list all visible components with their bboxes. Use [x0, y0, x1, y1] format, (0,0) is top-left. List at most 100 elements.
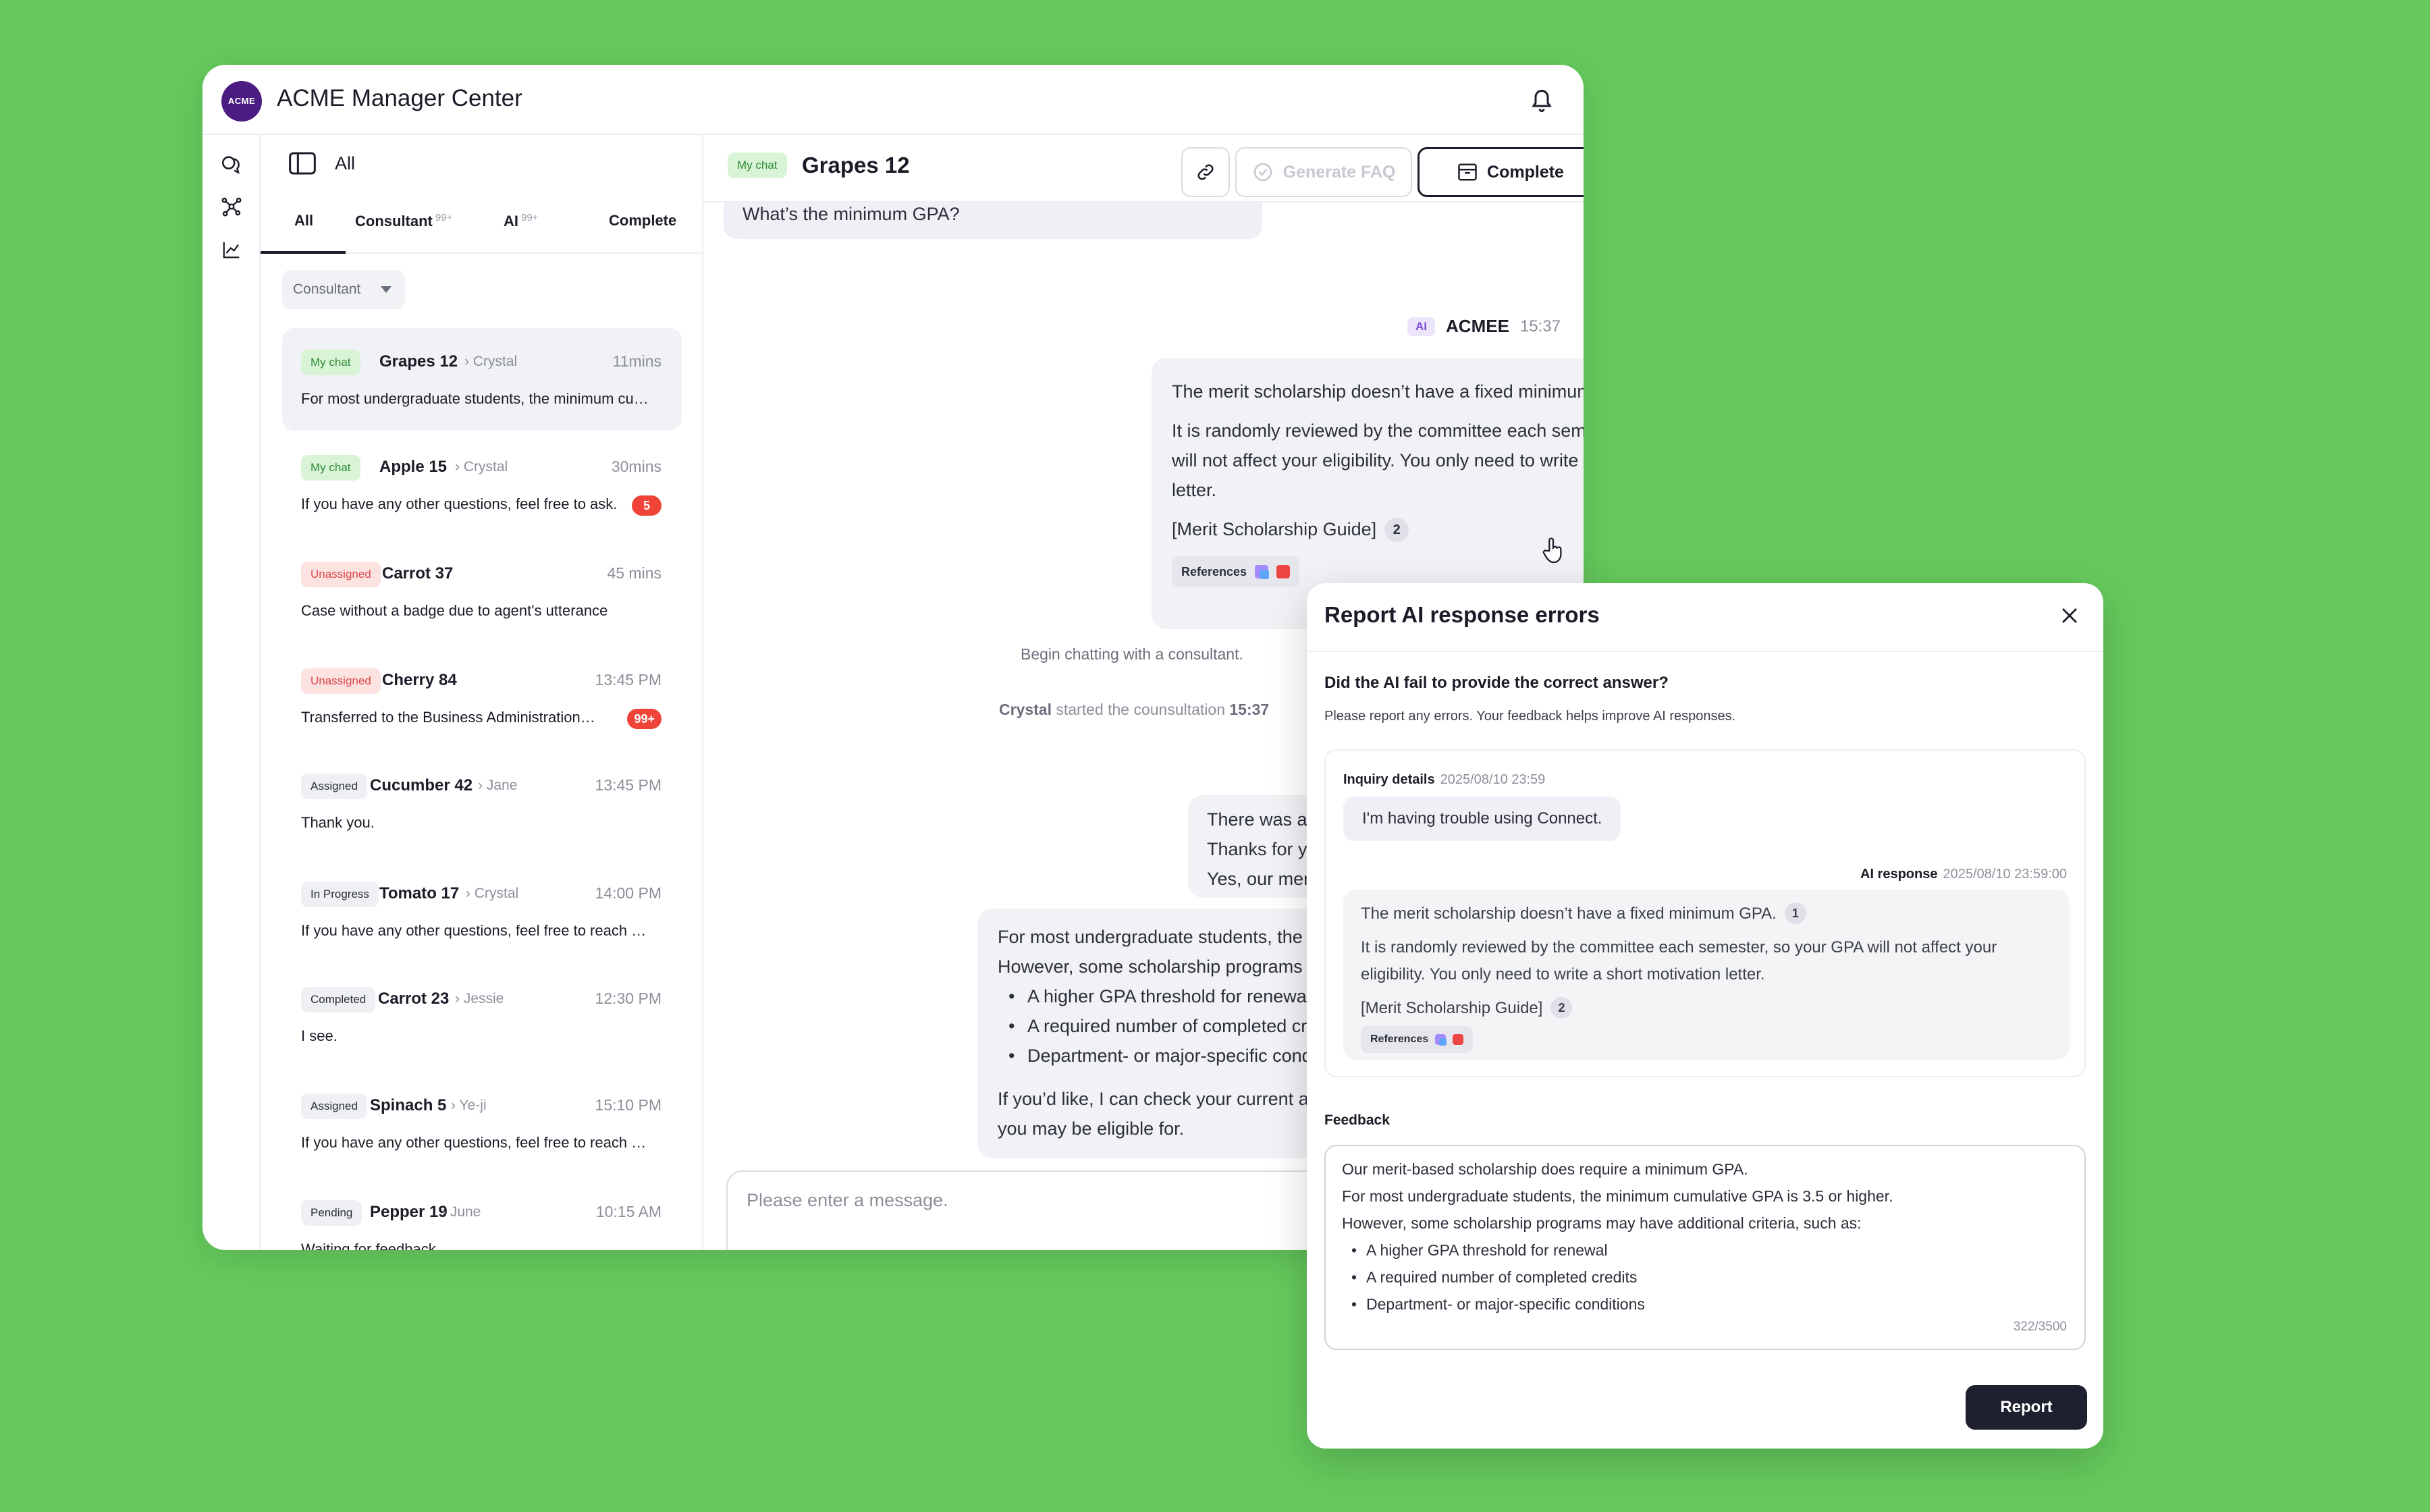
generate-faq-button[interactable]: Generate FAQ — [1235, 147, 1412, 197]
pdf-source-icon — [1276, 565, 1291, 578]
conversation-preview: Thank you. — [301, 814, 375, 831]
conversation-time: 45 mins — [607, 564, 662, 582]
archive-icon — [1458, 163, 1477, 181]
citation-marker[interactable]: 2 — [1550, 997, 1573, 1019]
assigned-agent: › Crystal — [466, 886, 519, 901]
conversation-list-panel: All All Consultant 99+ AI 99+ Complete Con… — [261, 135, 703, 1250]
app-title: ACME Manager Center — [277, 85, 522, 111]
unread-count-badge: 5 — [632, 495, 662, 516]
message-input[interactable] — [747, 1185, 1354, 1215]
inquiry-label: Inquiry details 2025/08/10 23:59 — [1343, 772, 1546, 787]
conversation-name: Spinach 5 — [370, 1096, 447, 1114]
tab-ai[interactable]: AI 99+ — [504, 212, 538, 230]
caret-down-icon — [381, 286, 392, 293]
dialog-title: Report AI response errors — [1324, 602, 1600, 627]
assigned-agent: › Jane — [478, 778, 518, 793]
ai-response-card: The merit scholarship doesn’t have a fix… — [1343, 890, 2070, 1060]
nav-rail — [202, 135, 261, 1250]
faq-sparkle-icon — [1253, 163, 1272, 182]
conversation-time: 10:15 AM — [595, 1203, 662, 1220]
citation-marker[interactable]: 1 — [1784, 902, 1806, 924]
conversation-item[interactable]: Pending Pepper 19 › June 10:15 AM Waitin… — [282, 1179, 682, 1250]
conversation-item[interactable]: My chat Apple 15 › Crystal 30mins If you… — [282, 433, 682, 536]
list-header: All — [261, 135, 702, 192]
top-bar: ACME ACME Manager Center — [202, 65, 1584, 135]
assigned-agent: › Crystal — [455, 459, 508, 475]
assigned-agent: › June — [441, 1204, 481, 1220]
chat-title: Grapes 12 — [802, 153, 910, 178]
assigned-agent: › Ye-ji — [451, 1098, 487, 1113]
status-tabs: All Consultant 99+ AI 99+ Complete — [261, 192, 702, 254]
conversation-time: 12:30 PM — [595, 990, 662, 1007]
references-chip[interactable]: References — [1172, 556, 1300, 587]
close-icon[interactable] — [2053, 599, 2086, 632]
ai-message-meta: AI ACMEE 15:37 — [1407, 316, 1561, 337]
system-message: Begin chatting with a consultant. — [1021, 645, 1243, 663]
conversation-time: 30mins — [611, 458, 662, 475]
status-badge: Unassigned — [301, 668, 381, 694]
doc-source-icon — [1435, 1034, 1447, 1046]
conversation-time: 14:00 PM — [595, 884, 662, 902]
chat-nav-icon[interactable] — [215, 148, 248, 181]
list-item: A required number of completed credits — [1351, 1264, 2068, 1291]
conversation-item[interactable]: Completed Carrot 23 › Jessie 12:30 PM I … — [282, 965, 682, 1068]
citation-marker[interactable]: 2 — [1384, 518, 1409, 542]
report-error-dialog: Report AI response errors Did the AI fai… — [1307, 583, 2103, 1449]
inquiry-bubble: I'm having trouble using Connect. — [1343, 796, 1621, 841]
notification-bell-icon[interactable] — [1524, 82, 1559, 117]
unread-count-badge: 99+ — [627, 709, 662, 729]
status-badge: Assigned — [301, 1094, 367, 1119]
conversation-item[interactable]: Unassigned Carrot 37 45 mins Case withou… — [282, 540, 682, 643]
dialog-question: Did the AI fail to provide the correct a… — [1324, 674, 1669, 692]
conversation-name: Pepper 19 — [370, 1203, 448, 1221]
status-badge: Unassigned — [301, 562, 381, 587]
hand-cursor-icon — [1542, 537, 1562, 564]
tab-consultant[interactable]: Consultant 99+ — [355, 212, 452, 230]
network-nav-icon[interactable] — [215, 190, 248, 223]
tab-all[interactable]: All — [294, 212, 313, 230]
assigned-agent: › Jessie — [455, 991, 504, 1006]
feedback-label: Feedback — [1324, 1112, 1390, 1128]
status-badge: Completed — [301, 987, 376, 1013]
conversation-preview: Waiting for feedback — [301, 1241, 436, 1250]
inquiry-card: Inquiry details 2025/08/10 23:59 I'm havi… — [1324, 749, 2086, 1077]
chat-status-badge: My chat — [728, 153, 787, 178]
conversation-preview: Transferred to the Business Administrati… — [301, 709, 598, 726]
consultant-filter-dropdown[interactable]: Consultant — [282, 270, 406, 309]
conversation-item[interactable]: Unassigned Cherry 84 13:45 PM Transferre… — [282, 647, 682, 749]
conversation-preview: For most undergraduate students, the min… — [301, 390, 652, 407]
references-chip[interactable]: References — [1361, 1026, 1474, 1053]
conversation-name: Carrot 23 — [378, 990, 450, 1008]
character-counter: 322/3500 — [2013, 1320, 2067, 1334]
assigned-agent: › Crystal — [464, 354, 518, 369]
feedback-textarea[interactable]: Our merit-based scholarship does require… — [1324, 1145, 2086, 1350]
conversation-preview: I see. — [301, 1027, 338, 1044]
conversation-item[interactable]: In Progress Tomato 17 › Crystal 14:00 PM… — [282, 860, 682, 963]
ai-name: ACMEE — [1446, 316, 1509, 336]
analytics-nav-icon[interactable] — [215, 234, 248, 266]
panel-toggle-icon[interactable] — [288, 148, 317, 178]
list-item: A higher GPA threshold for renewal — [1351, 1237, 2068, 1264]
report-button[interactable]: Report — [1966, 1385, 2087, 1430]
doc-source-icon — [1255, 565, 1270, 579]
status-badge: In Progress — [301, 882, 379, 907]
conversation-name: Cucumber 42 — [370, 776, 473, 794]
chat-header: My chat Grapes 12 Generate FAQ Complete — [703, 135, 1584, 202]
dialog-divider — [1307, 651, 2103, 652]
tab-complete[interactable]: Complete — [609, 212, 676, 230]
pdf-source-icon — [1453, 1034, 1464, 1045]
complete-button[interactable]: Complete — [1418, 147, 1584, 197]
conversation-time: 11mins — [612, 352, 662, 370]
list-title: All — [335, 153, 356, 173]
conversation-name: Apple 15 — [379, 458, 448, 476]
copy-link-button[interactable] — [1181, 147, 1230, 197]
conversation-preview: If you have any other questions, feel fr… — [301, 495, 618, 512]
status-badge: Assigned — [301, 774, 367, 799]
conversation-item[interactable]: Assigned Cucumber 42 › Jane 13:45 PM Tha… — [282, 752, 682, 855]
conversation-item[interactable]: Assigned Spinach 5 › Ye-ji 15:10 PM If y… — [282, 1072, 682, 1174]
status-badge: My chat — [301, 350, 360, 375]
conversation-name: Cherry 84 — [382, 671, 457, 689]
active-tab-indicator — [261, 251, 346, 254]
conversation-item[interactable]: My chat Grapes 12 › Crystal 11mins For m… — [282, 328, 682, 431]
conversation-name: Carrot 37 — [382, 564, 454, 583]
